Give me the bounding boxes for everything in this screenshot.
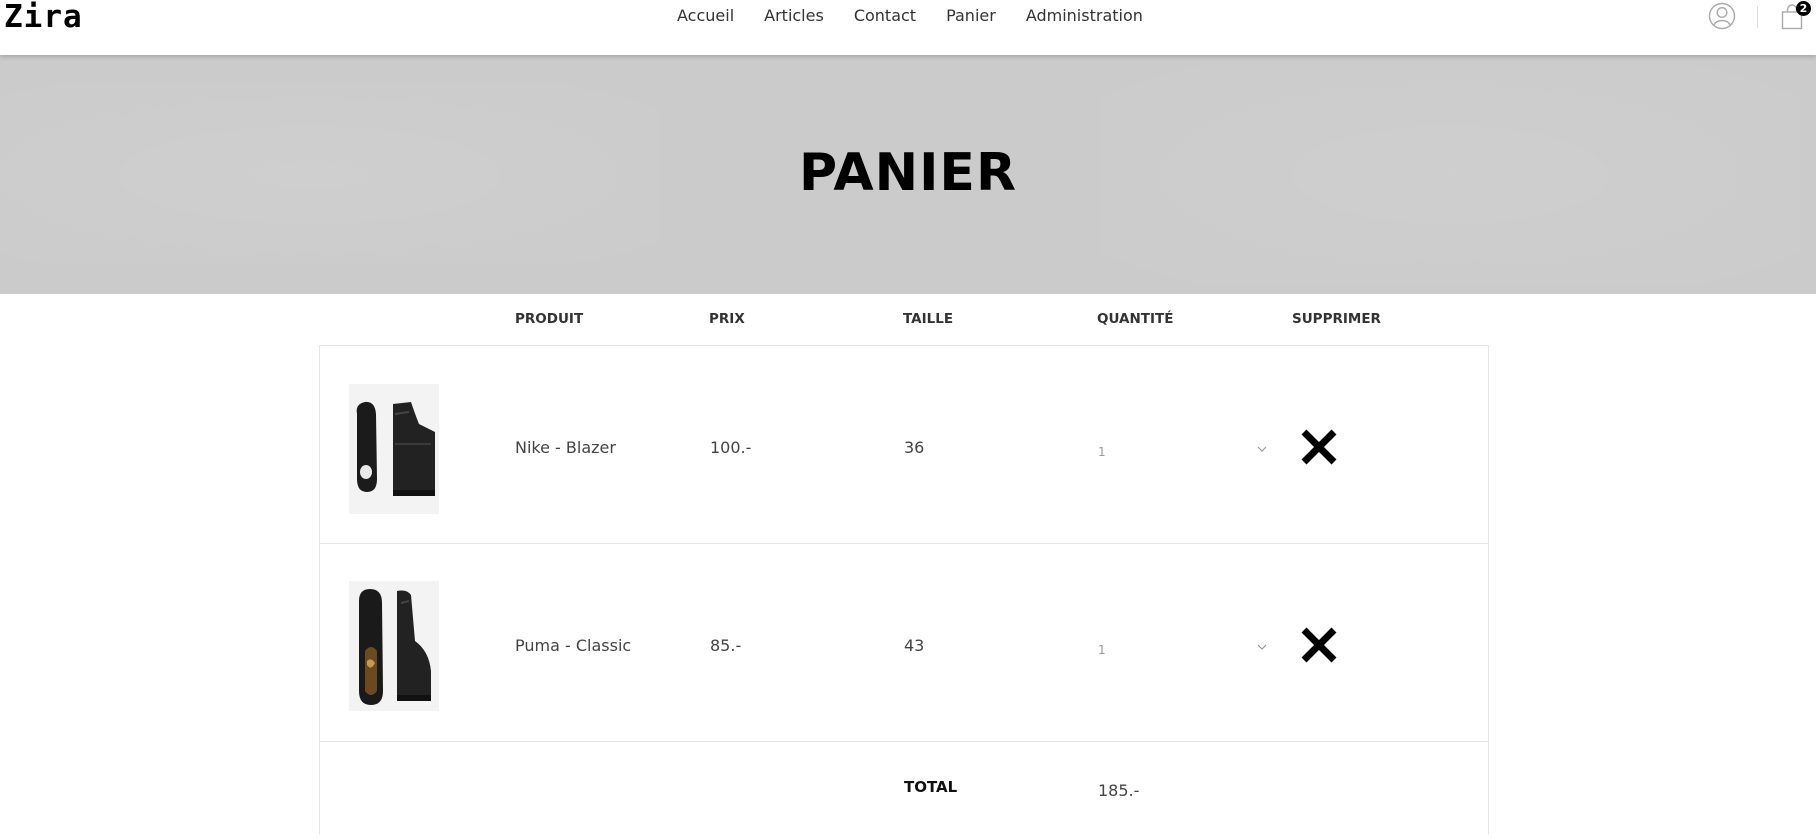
product-name: Nike - Blazer bbox=[515, 438, 616, 457]
quantity-value: 1 bbox=[1098, 643, 1106, 657]
product-price: 85.- bbox=[710, 636, 742, 655]
main-nav: Accueil Articles Contact Panier Administ… bbox=[677, 6, 1173, 26]
cart-count-badge: 2 bbox=[1796, 1, 1811, 16]
page-title: PANIER bbox=[798, 143, 1017, 203]
page-banner: PANIER bbox=[0, 55, 1816, 294]
close-icon[interactable] bbox=[1299, 625, 1339, 665]
row-divider bbox=[320, 543, 1488, 544]
nav-articles[interactable]: Articles bbox=[764, 6, 824, 26]
total-value: 185.- bbox=[1098, 781, 1140, 800]
product-price: 100.- bbox=[710, 438, 752, 457]
header-divider bbox=[1757, 6, 1758, 28]
product-size: 36 bbox=[904, 438, 925, 457]
row-divider bbox=[320, 741, 1488, 742]
chevron-down-icon bbox=[1257, 644, 1267, 650]
quantity-select[interactable]: 1 bbox=[1098, 441, 1268, 465]
close-icon[interactable] bbox=[1299, 427, 1339, 467]
total-label: TOTAL bbox=[904, 778, 958, 796]
product-name: Puma - Classic bbox=[515, 636, 632, 655]
nav-contact[interactable]: Contact bbox=[854, 6, 916, 26]
site-header: Zira Accueil Articles Contact Panier Adm… bbox=[0, 0, 1816, 55]
column-header-remove: SUPPRIMER bbox=[1292, 311, 1381, 327]
product-image[interactable] bbox=[349, 384, 439, 514]
nav-administration[interactable]: Administration bbox=[1026, 6, 1143, 26]
site-logo[interactable]: Zira bbox=[4, 0, 83, 34]
cart-table: Nike - Blazer 100.- 36 1 Puma - Classic … bbox=[319, 345, 1489, 835]
nav-accueil[interactable]: Accueil bbox=[677, 6, 734, 26]
nav-panier[interactable]: Panier bbox=[946, 6, 996, 26]
column-header-quantity: QUANTITÉ bbox=[1097, 311, 1174, 327]
quantity-value: 1 bbox=[1098, 445, 1106, 459]
product-size: 43 bbox=[904, 636, 925, 655]
product-image[interactable] bbox=[349, 581, 439, 711]
chevron-down-icon bbox=[1257, 446, 1267, 452]
quantity-select[interactable]: 1 bbox=[1098, 639, 1268, 663]
column-header-size: TAILLE bbox=[903, 311, 954, 327]
column-header-price: PRIX bbox=[709, 311, 745, 327]
user-circle-icon[interactable] bbox=[1708, 2, 1736, 30]
column-header-product: PRODUIT bbox=[515, 311, 584, 327]
